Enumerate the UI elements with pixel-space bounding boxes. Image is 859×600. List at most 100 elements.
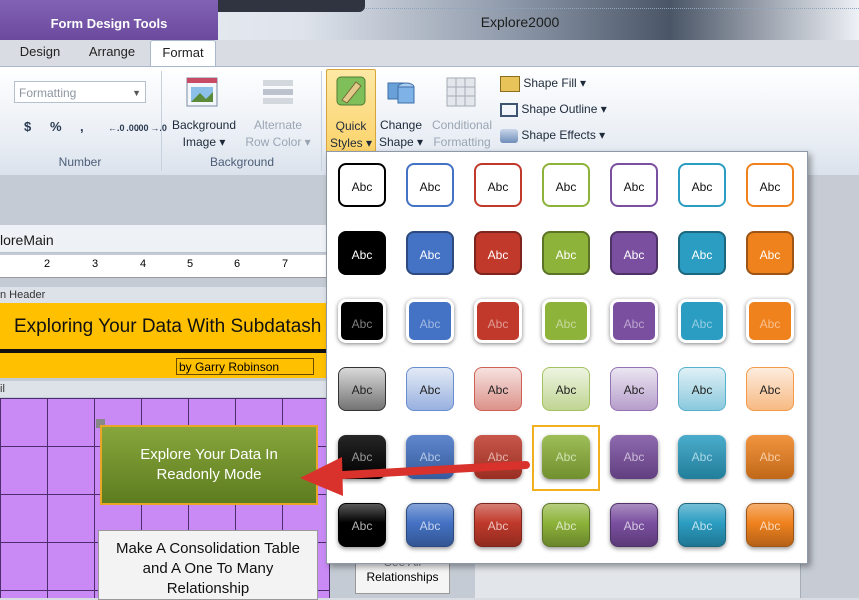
shape-fill-button[interactable]: Shape Fill ▾ bbox=[500, 75, 586, 92]
currency-button[interactable]: $ bbox=[24, 119, 31, 134]
quick-style-tile[interactable]: Abc bbox=[610, 435, 658, 479]
change-shape-label: Change bbox=[379, 118, 423, 132]
change-shape-label-2: Shape ▾ bbox=[378, 135, 424, 149]
number-format-dropdown[interactable]: Formatting ▼ bbox=[14, 81, 146, 103]
conditional-formatting-label-2: Formatting bbox=[433, 135, 491, 149]
header-divider bbox=[0, 349, 330, 353]
quick-style-tile[interactable]: Abc bbox=[746, 435, 794, 479]
quick-style-tile[interactable]: Abc bbox=[542, 367, 590, 411]
quick-style-tile[interactable]: Abc bbox=[406, 163, 454, 207]
quick-style-tile[interactable]: Abc bbox=[338, 435, 386, 479]
quick-style-tile[interactable]: Abc bbox=[542, 435, 590, 479]
quick-style-tile[interactable]: Abc bbox=[746, 299, 794, 343]
contextual-tab-title: Form Design Tools bbox=[50, 16, 168, 31]
quick-style-tile[interactable]: Abc bbox=[406, 299, 454, 343]
comma-button[interactable]: , bbox=[80, 119, 84, 134]
conditional-formatting-button[interactable]: Conditional Formatting bbox=[428, 117, 496, 151]
quick-style-tile[interactable]: Abc bbox=[610, 299, 658, 343]
quick-styles-button[interactable]: Quick Styles ▾ bbox=[326, 69, 376, 153]
quick-style-tile[interactable]: Abc bbox=[542, 163, 590, 207]
shape-effects-button[interactable]: Shape Effects ▾ bbox=[500, 127, 605, 144]
number-format-placeholder: Formatting bbox=[19, 86, 77, 100]
percent-button[interactable]: % bbox=[50, 119, 62, 134]
quick-style-tile[interactable]: Abc bbox=[746, 503, 794, 547]
quick-styles-icon bbox=[336, 76, 366, 109]
ruler: 2 3 4 5 6 7 bbox=[0, 255, 330, 278]
quick-style-tile[interactable]: Abc bbox=[746, 367, 794, 411]
quick-style-tile[interactable]: Abc bbox=[406, 503, 454, 547]
quick-style-tile[interactable]: Abc bbox=[678, 299, 726, 343]
quick-style-tile[interactable]: Abc bbox=[746, 163, 794, 207]
quick-style-tile[interactable]: Abc bbox=[746, 231, 794, 275]
ruler-number: 7 bbox=[282, 258, 289, 270]
quick-style-tile[interactable]: Abc bbox=[474, 163, 522, 207]
consolidation-line2: and A One To Many bbox=[142, 560, 274, 577]
quick-style-tile[interactable]: Abc bbox=[542, 503, 590, 547]
quick-style-tile[interactable]: Abc bbox=[678, 503, 726, 547]
quick-style-tile[interactable]: Abc bbox=[338, 299, 386, 343]
shape-fill-label: Shape Fill ▾ bbox=[523, 76, 587, 90]
quick-style-tile[interactable]: Abc bbox=[474, 367, 522, 411]
quick-style-tile[interactable]: Abc bbox=[338, 231, 386, 275]
alternate-row-icon bbox=[262, 79, 294, 110]
quick-styles-label-2: Styles ▾ bbox=[329, 136, 373, 150]
quick-style-tile[interactable]: Abc bbox=[406, 367, 454, 411]
image-icon bbox=[186, 77, 218, 110]
paint-bucket-icon bbox=[500, 75, 520, 92]
tab-format[interactable]: Format bbox=[150, 40, 216, 67]
quick-style-tile[interactable]: Abc bbox=[542, 231, 590, 275]
quick-style-tile[interactable]: Abc bbox=[338, 367, 386, 411]
effects-icon bbox=[500, 128, 518, 143]
quick-style-tile[interactable]: Abc bbox=[678, 367, 726, 411]
background-image-label: Background bbox=[171, 118, 237, 132]
decrease-decimal-button[interactable]: .00 →.0 bbox=[136, 123, 167, 133]
shape-outline-button[interactable]: Shape Outline ▾ bbox=[500, 101, 607, 118]
relationships-line2: Relationships bbox=[366, 570, 439, 584]
consolidation-line3: Relationship bbox=[166, 580, 250, 597]
form-header-section-bar[interactable]: n Header bbox=[0, 287, 330, 303]
background-image-button[interactable]: Background Image ▾ bbox=[166, 117, 242, 151]
quick-style-tile[interactable]: Abc bbox=[474, 231, 522, 275]
quick-style-tile[interactable]: Abc bbox=[610, 231, 658, 275]
increase-decimal-button[interactable]: ←.0 .00 bbox=[108, 123, 139, 133]
conditional-formatting-label: Conditional bbox=[431, 118, 493, 132]
quick-style-tile[interactable]: Abc bbox=[406, 231, 454, 275]
quick-style-tile[interactable]: Abc bbox=[542, 299, 590, 343]
ruler-number: 6 bbox=[234, 258, 241, 270]
conditional-formatting-icon bbox=[446, 77, 476, 110]
quick-style-tile[interactable]: Abc bbox=[678, 435, 726, 479]
alternate-row-label: Alternate bbox=[253, 118, 303, 132]
consolidation-button[interactable]: Make A Consolidation Table and A One To … bbox=[98, 530, 318, 600]
explore-data-button[interactable]: Explore Your Data In Readonly Mode bbox=[100, 425, 318, 505]
alternate-row-label-2: Row Color ▾ bbox=[245, 135, 311, 149]
quick-style-tile[interactable]: Abc bbox=[678, 231, 726, 275]
group-separator bbox=[321, 71, 322, 171]
number-group-label: Number bbox=[58, 155, 102, 169]
app-title: Explore2000 bbox=[480, 14, 560, 30]
tab-arrange[interactable]: Arrange bbox=[78, 40, 146, 66]
explore-button-line1: Explore Your Data In bbox=[140, 446, 278, 463]
background-group-label: Background bbox=[209, 155, 275, 169]
quick-style-tile[interactable]: Abc bbox=[474, 435, 522, 479]
form-header-title[interactable]: Exploring Your Data With Subdatash bbox=[14, 316, 321, 338]
quick-style-tile[interactable]: Abc bbox=[474, 503, 522, 547]
chevron-down-icon: ▼ bbox=[132, 88, 141, 98]
shape-outline-label: Shape Outline ▾ bbox=[521, 102, 607, 116]
shape-effects-label: Shape Effects ▾ bbox=[521, 128, 606, 142]
document-tab-label: loreMain bbox=[0, 232, 54, 248]
byline-label[interactable]: by Garry Robinson bbox=[176, 358, 314, 375]
consolidation-line1: Make A Consolidation Table bbox=[115, 540, 300, 557]
change-shape-button[interactable]: Change Shape ▾ bbox=[376, 117, 426, 151]
ruler-number: 4 bbox=[140, 258, 147, 270]
alternate-row-color-button[interactable]: Alternate Row Color ▾ bbox=[242, 117, 314, 151]
quick-style-tile[interactable]: Abc bbox=[610, 163, 658, 207]
detail-section-bar[interactable]: il bbox=[0, 381, 330, 397]
quick-style-tile[interactable]: Abc bbox=[474, 299, 522, 343]
quick-style-tile[interactable]: Abc bbox=[338, 163, 386, 207]
quick-style-tile[interactable]: Abc bbox=[610, 503, 658, 547]
quick-style-tile[interactable]: Abc bbox=[338, 503, 386, 547]
quick-style-tile[interactable]: Abc bbox=[610, 367, 658, 411]
quick-style-tile[interactable]: Abc bbox=[678, 163, 726, 207]
quick-style-tile[interactable]: Abc bbox=[406, 435, 454, 479]
tab-design[interactable]: Design bbox=[8, 40, 72, 66]
